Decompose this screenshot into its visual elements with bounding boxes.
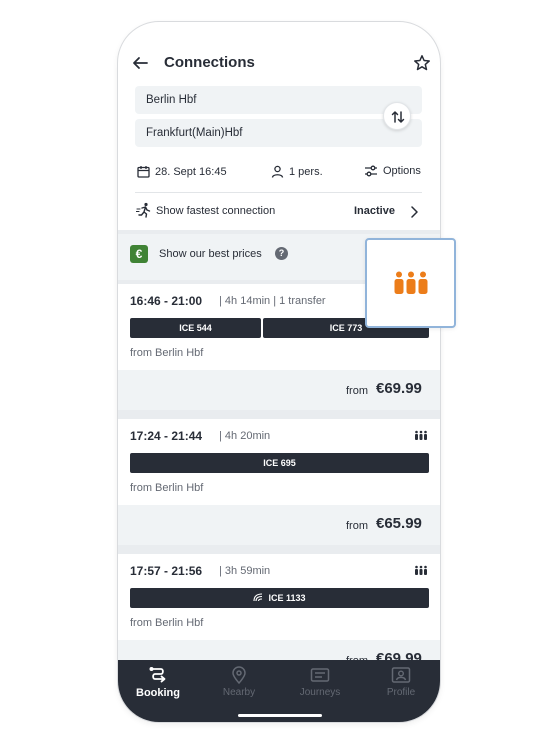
connection-card[interactable]: 17:24 - 21:44 | 4h 20min ICE 695 from Be…: [118, 419, 440, 545]
date-time-label: 28. Sept 16:45: [155, 165, 227, 178]
phone-frame: Connections Berlin Hbf Frankfurt(Main)Hb…: [117, 21, 441, 723]
connection-meta: | 4h 20min: [219, 430, 271, 442]
nav-profile-label: Profile: [386, 687, 416, 698]
passengers-label: 1 pers.: [289, 165, 323, 178]
connection-times: 16:46 - 21:00: [130, 294, 203, 308]
chevron-right-icon: [411, 206, 418, 218]
euro-badge-icon: €: [130, 245, 148, 263]
app-screen: Connections Berlin Hbf Frankfurt(Main)Hb…: [118, 22, 440, 722]
fastest-connection-row[interactable]: Show fastest connection Inactive: [118, 200, 440, 224]
connection-origin: from Berlin Hbf: [130, 617, 204, 629]
nav-booking-label: Booking: [136, 687, 180, 699]
fastest-connection-label: Show fastest connection: [156, 205, 276, 217]
connection-times: 17:24 - 21:44: [130, 429, 203, 443]
price-value: €69.99: [376, 380, 422, 397]
connection-origin: from Berlin Hbf: [130, 347, 204, 359]
price-from-label: from: [346, 520, 368, 532]
occupancy-icon: [415, 565, 427, 575]
search-params-row: 28. Sept 16:45 1 pers. Options: [118, 162, 440, 184]
connection-origin: from Berlin Hbf: [130, 482, 204, 494]
price-band: from €65.99: [118, 505, 440, 545]
price-from-label: from: [346, 385, 368, 397]
price-band: from €69.99: [118, 370, 440, 410]
nav-booking[interactable]: Booking: [123, 660, 193, 706]
home-indicator: [238, 714, 322, 717]
nav-journeys[interactable]: Journeys: [285, 660, 355, 706]
price-value: €65.99: [376, 515, 422, 532]
train-label: ICE 1133: [268, 593, 306, 603]
connection-meta: | 4h 14min | 1 transfer: [219, 295, 326, 307]
route-icon: [149, 667, 166, 683]
running-person-icon: [136, 202, 151, 218]
fastest-connection-value: Inactive: [354, 205, 395, 217]
options-label: Options: [383, 165, 421, 177]
nav-journeys-label: Journeys: [299, 687, 341, 698]
date-time-selector[interactable]: 28. Sept 16:45: [137, 165, 227, 178]
nav-nearby-label: Nearby: [222, 687, 256, 698]
swap-icon: [391, 111, 405, 123]
train-segment: ICE 544: [130, 318, 261, 338]
occupancy-callout: [365, 238, 456, 328]
train-segment: ICE 695: [130, 453, 429, 473]
swap-stations-button[interactable]: [383, 102, 411, 130]
person-icon: [271, 165, 284, 178]
train-segment: ICE 1133: [130, 588, 429, 608]
divider: [135, 192, 422, 193]
profile-icon: [391, 667, 411, 683]
back-arrow-icon[interactable]: [131, 54, 149, 72]
connection-times: 17:57 - 21:56: [130, 564, 203, 578]
ticket-icon: [310, 668, 330, 682]
to-station-field[interactable]: Frankfurt(Main)Hbf: [135, 119, 422, 147]
sliders-icon: [365, 165, 377, 177]
help-icon[interactable]: ?: [275, 247, 288, 260]
options-button[interactable]: Options: [364, 165, 421, 177]
top-bar: Connections: [118, 50, 440, 80]
best-prices-label: Show our best prices: [159, 248, 262, 260]
page-title: Connections: [164, 54, 255, 71]
occupancy-icon: [415, 430, 427, 440]
occupancy-icon-large: [394, 271, 428, 294]
favorite-star-icon[interactable]: [413, 54, 431, 72]
bus-replacement-icon: [253, 593, 263, 602]
nav-nearby[interactable]: Nearby: [204, 660, 274, 706]
connection-meta: | 3h 59min: [219, 565, 271, 577]
location-pin-icon: [232, 666, 246, 684]
passengers-selector[interactable]: 1 pers.: [271, 165, 323, 178]
calendar-icon: [137, 166, 150, 178]
from-station-field[interactable]: Berlin Hbf: [135, 86, 422, 114]
nav-profile[interactable]: Profile: [366, 660, 436, 706]
